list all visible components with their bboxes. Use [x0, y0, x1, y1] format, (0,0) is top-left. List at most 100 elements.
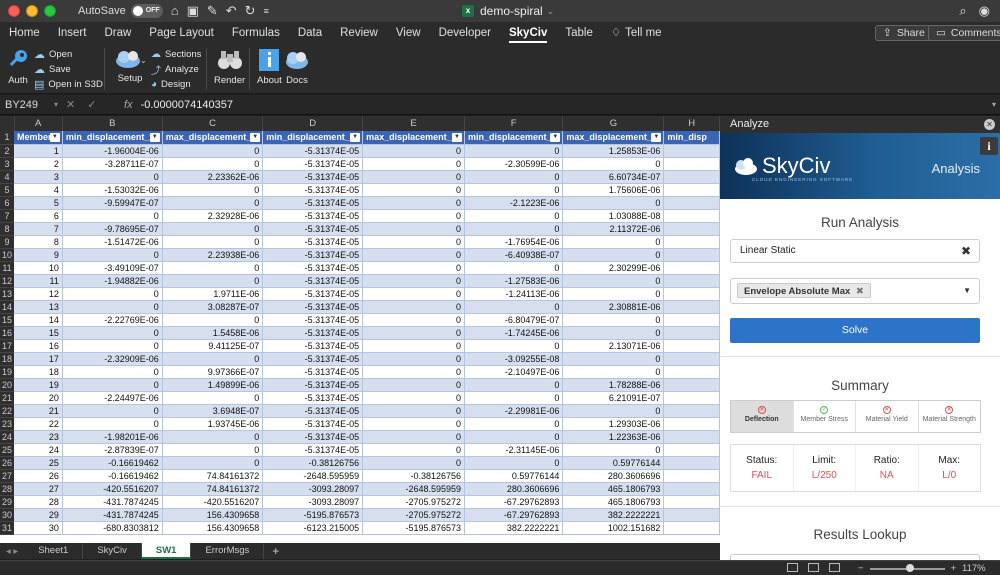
load-combination-select[interactable]: Envelope Absolute Max ✖ ▼ [730, 278, 980, 304]
table-cell[interactable]: 0 [464, 339, 564, 353]
table-cell[interactable]: 2.32928E-06 [162, 209, 264, 223]
table-cell[interactable]: 14 [14, 313, 63, 327]
table-cell[interactable]: -5195.876573 [362, 521, 466, 535]
header-cell[interactable]: max_displacement_z ▼ [562, 131, 665, 145]
table-cell[interactable]: 0 [562, 248, 665, 262]
table-cell[interactable] [663, 352, 720, 366]
filter-dropdown-icon[interactable]: ▼ [49, 133, 60, 142]
column-header[interactable]: F [464, 116, 564, 131]
table-cell[interactable] [663, 222, 720, 236]
table-cell[interactable]: 12 [14, 287, 63, 301]
table-cell[interactable]: 17 [14, 352, 63, 366]
table-cell[interactable]: 0 [464, 144, 564, 158]
row-number[interactable]: 8 [0, 222, 15, 236]
table-cell[interactable]: -5.31374E-05 [262, 287, 364, 301]
filter-dropdown-icon[interactable]: ▼ [250, 133, 261, 142]
close-panel-icon[interactable]: ✕ [984, 119, 995, 130]
table-cell[interactable]: 0 [464, 170, 564, 184]
table-cell[interactable]: -3.09255E-08 [464, 352, 564, 366]
table-cell[interactable] [663, 287, 720, 301]
table-cell[interactable]: -1.24113E-06 [464, 287, 564, 301]
table-cell[interactable]: -3.49109E-07 [62, 261, 163, 275]
info-icon[interactable]: i [980, 137, 998, 155]
table-cell[interactable]: -3.28711E-07 [62, 157, 163, 171]
table-cell[interactable]: 0 [464, 417, 564, 431]
row-number[interactable]: 17 [0, 339, 15, 353]
header-cell[interactable]: Member ▼ [14, 131, 63, 145]
zoom-in-icon[interactable]: + [951, 563, 957, 574]
tab-view[interactable]: View [387, 22, 430, 44]
results-lookup-field[interactable] [730, 554, 980, 560]
header-cell[interactable]: min_disp [663, 131, 720, 145]
table-cell[interactable]: -5.31374E-05 [262, 339, 364, 353]
table-cell[interactable]: 0 [362, 300, 466, 314]
table-cell[interactable]: 280.3606696 [562, 469, 665, 483]
row-number[interactable]: 29 [0, 495, 15, 509]
table-cell[interactable]: 0 [162, 430, 264, 444]
table-cell[interactable]: 16 [14, 339, 63, 353]
table-cell[interactable]: 0 [62, 326, 163, 340]
table-cell[interactable]: -5.31374E-05 [262, 183, 364, 197]
table-cell[interactable]: 1.25853E-06 [562, 144, 665, 158]
chevron-down-icon[interactable]: ▼ [963, 279, 971, 303]
table-cell[interactable]: 15 [14, 326, 63, 340]
zoom-out-icon[interactable]: − [858, 563, 864, 574]
table-cell[interactable]: -1.51472E-06 [62, 235, 163, 249]
header-cell[interactable]: min_displacement_x ▼ [62, 131, 163, 145]
table-cell[interactable]: -5.31374E-05 [262, 391, 364, 405]
table-cell[interactable]: -2.24497E-06 [62, 391, 163, 405]
save-button[interactable]: ☁ Save [34, 62, 71, 76]
table-cell[interactable]: -2648.595959 [262, 469, 364, 483]
table-cell[interactable]: 0 [62, 170, 163, 184]
filter-dropdown-icon[interactable]: ▼ [350, 133, 361, 142]
table-cell[interactable]: -2.10497E-06 [464, 365, 564, 379]
table-cell[interactable]: 3.6948E-07 [162, 404, 264, 418]
edit-icon[interactable]: ✎ [207, 0, 218, 22]
row-number[interactable]: 24 [0, 430, 15, 444]
row-number[interactable]: 13 [0, 287, 15, 301]
table-cell[interactable] [663, 261, 720, 275]
table-cell[interactable]: 1.75606E-06 [562, 183, 665, 197]
table-cell[interactable]: 2 [14, 157, 63, 171]
table-cell[interactable]: 0 [362, 417, 466, 431]
column-header[interactable]: C [162, 116, 264, 131]
sheet-tab-errormsgs[interactable]: ErrorMsgs [191, 543, 265, 559]
sheet-tab-skyciv[interactable]: SkyCiv [83, 543, 142, 559]
row-number[interactable]: 16 [0, 326, 15, 340]
table-cell[interactable]: 0 [464, 261, 564, 275]
row-number[interactable]: 5 [0, 183, 15, 197]
tell-me-search[interactable]: ♢ Tell me [602, 22, 671, 44]
share-button[interactable]: ⇪ Share [875, 25, 933, 41]
table-cell[interactable]: -5.31374E-05 [262, 222, 364, 236]
table-cell[interactable]: 0 [162, 196, 264, 210]
row-number[interactable]: 12 [0, 274, 15, 288]
table-cell[interactable] [663, 144, 720, 158]
table-cell[interactable]: 0 [562, 287, 665, 301]
table-cell[interactable]: 0 [162, 391, 264, 405]
tab-insert[interactable]: Insert [49, 22, 96, 44]
about-button[interactable]: About [257, 48, 282, 86]
row-number[interactable]: 4 [0, 170, 15, 184]
analysis-type-select[interactable]: Linear Static ✖ [730, 239, 980, 263]
table-cell[interactable]: 0 [162, 443, 264, 457]
table-cell[interactable]: 9 [14, 248, 63, 262]
table-cell[interactable]: -5.31374E-05 [262, 313, 364, 327]
autosave-toggle[interactable]: OFF [130, 4, 163, 18]
table-cell[interactable]: 0 [362, 235, 466, 249]
table-cell[interactable]: -67.29762893 [464, 495, 564, 509]
table-cell[interactable] [663, 391, 720, 405]
table-cell[interactable]: -5.31374E-05 [262, 235, 364, 249]
table-cell[interactable]: 465.1806793 [562, 482, 665, 496]
table-cell[interactable]: 0 [62, 300, 163, 314]
table-cell[interactable]: 3.08287E-07 [162, 300, 264, 314]
row-number[interactable]: 27 [0, 469, 15, 483]
tab-home[interactable]: Home [0, 22, 49, 44]
header-cell[interactable]: max_displacement_y ▼ [362, 131, 466, 145]
column-header[interactable]: G [562, 116, 665, 131]
table-cell[interactable]: -2.87839E-07 [62, 443, 163, 457]
table-cell[interactable] [663, 183, 720, 197]
row-number[interactable]: 9 [0, 235, 15, 249]
table-cell[interactable]: -2705.975272 [362, 508, 466, 522]
table-cell[interactable] [663, 469, 720, 483]
table-cell[interactable]: 2.23938E-06 [162, 248, 264, 262]
